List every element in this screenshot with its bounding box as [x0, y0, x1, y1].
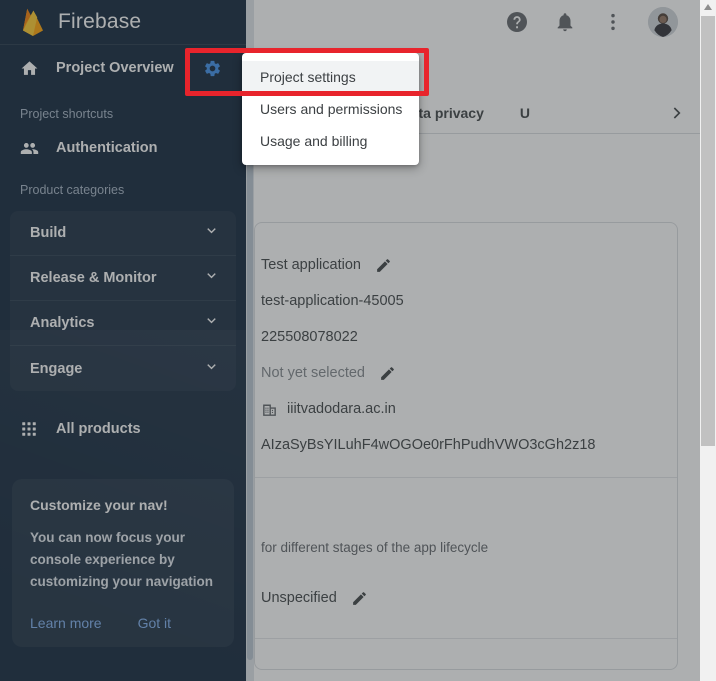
got-it-button[interactable]: Got it — [138, 615, 171, 631]
web-api-key-row: AIzaSyBsYILuhF4wOGOe0rFhPudhVWO3cGh2z18 — [255, 427, 677, 463]
sidebar-scrollbar-thumb[interactable] — [247, 160, 253, 660]
sidebar-item-label: All products — [56, 421, 141, 437]
project-name-row: Test application — [255, 247, 677, 283]
sidebar-category-release-and-monitor[interactable]: Release & Monitor — [10, 256, 236, 301]
panel-divider — [255, 477, 677, 478]
brand-title: Firebase — [58, 10, 142, 33]
menu-item-users-and-permissions[interactable]: Users and permissions — [242, 93, 419, 125]
tab-truncated[interactable]: U — [502, 105, 548, 121]
sidebar-category-group: Build Release & Monitor Analytics Engage — [10, 211, 236, 391]
project-id-row: test-application-45005 — [255, 283, 677, 319]
brand: Firebase — [0, 0, 246, 44]
sidebar-category-label: Build — [30, 225, 67, 241]
building-icon — [261, 401, 278, 418]
web-api-key-value: AIzaSyBsYILuhF4wOGOe0rFhPudhVWO3cGh2z18 — [261, 437, 596, 453]
project-settings-menu: Project settings Users and permissions U… — [242, 53, 419, 165]
promo-title: Customize your nav! — [30, 497, 168, 513]
bell-icon[interactable] — [552, 9, 578, 35]
page-scrollbar[interactable] — [700, 0, 716, 681]
project-name-value: Test application — [261, 257, 361, 273]
pencil-icon[interactable] — [351, 590, 368, 607]
parent-org-value: iiitvadodara.ac.in — [287, 401, 396, 417]
sidebar-category-analytics[interactable]: Analytics — [10, 301, 236, 346]
promo-actions: Learn more Got it — [30, 615, 216, 631]
environment-type-value: Unspecified — [261, 590, 337, 606]
customize-nav-promo-card: Customize your nav! You can now focus yo… — [12, 479, 234, 647]
project-id-value: test-application-45005 — [261, 293, 404, 309]
panel-footer-space — [255, 639, 677, 669]
learn-more-link[interactable]: Learn more — [30, 615, 102, 631]
more-vert-icon[interactable] — [600, 9, 626, 35]
grid-apps-icon — [20, 420, 42, 438]
sidebar-item-project-overview[interactable]: Project Overview — [0, 45, 246, 91]
page-scrollbar-thumb[interactable] — [701, 16, 715, 446]
sidebar-caption-categories: Product categories — [20, 183, 125, 197]
parent-org-row: iiitvadodara.ac.in — [255, 391, 677, 427]
chevron-down-icon — [203, 267, 220, 289]
chevron-down-icon — [203, 222, 220, 244]
chevron-down-icon — [203, 358, 220, 380]
environment-description: for different stages of the app lifecycl… — [261, 539, 489, 555]
people-icon — [20, 139, 42, 158]
sidebar-item-label: Project Overview — [56, 60, 174, 76]
project-number-value: 225508078022 — [261, 329, 358, 345]
pencil-icon[interactable] — [375, 257, 392, 274]
menu-item-usage-and-billing[interactable]: Usage and billing — [242, 125, 419, 157]
sidebar-item-authentication[interactable]: Authentication — [0, 129, 246, 167]
sidebar-item-all-products[interactable]: All products — [0, 407, 246, 451]
sidebar-item-label: Authentication — [56, 140, 158, 156]
gear-icon[interactable] — [196, 52, 228, 84]
user-avatar[interactable] — [648, 7, 678, 37]
firebase-flame-logo — [20, 7, 46, 37]
home-icon — [20, 59, 42, 78]
firebase-console-screen: Firebase Project Overview Project shortc… — [0, 0, 716, 681]
environment-section: for different stages of the app lifecycl… — [255, 530, 677, 616]
promo-body: You can now focus your console experienc… — [30, 530, 214, 589]
chevron-down-icon — [203, 312, 220, 334]
default-resource-location-row: Not yet selected — [255, 355, 677, 391]
help-circle-icon[interactable] — [504, 9, 530, 35]
project-details-section: Test application test-application-45005 … — [255, 247, 677, 463]
sidebar-category-label: Release & Monitor — [30, 270, 157, 286]
environment-type-row: Unspecified — [255, 580, 677, 616]
sidebar-caption-shortcuts: Project shortcuts — [20, 107, 114, 121]
menu-item-project-settings[interactable]: Project settings — [242, 61, 419, 93]
top-bar — [254, 0, 716, 44]
scroll-up-arrow-icon[interactable] — [700, 0, 716, 14]
sidebar-category-label: Analytics — [30, 315, 95, 331]
pencil-icon[interactable] — [379, 365, 396, 382]
project-number-row: 225508078022 — [255, 319, 677, 355]
sidebar-category-build[interactable]: Build — [10, 211, 236, 256]
default-resource-location-value: Not yet selected — [261, 365, 365, 381]
sidebar: Firebase Project Overview Project shortc… — [0, 0, 246, 681]
sidebar-category-engage[interactable]: Engage — [10, 346, 236, 391]
sidebar-category-label: Engage — [30, 360, 83, 377]
project-settings-panel: Test application test-application-45005 … — [254, 222, 678, 670]
